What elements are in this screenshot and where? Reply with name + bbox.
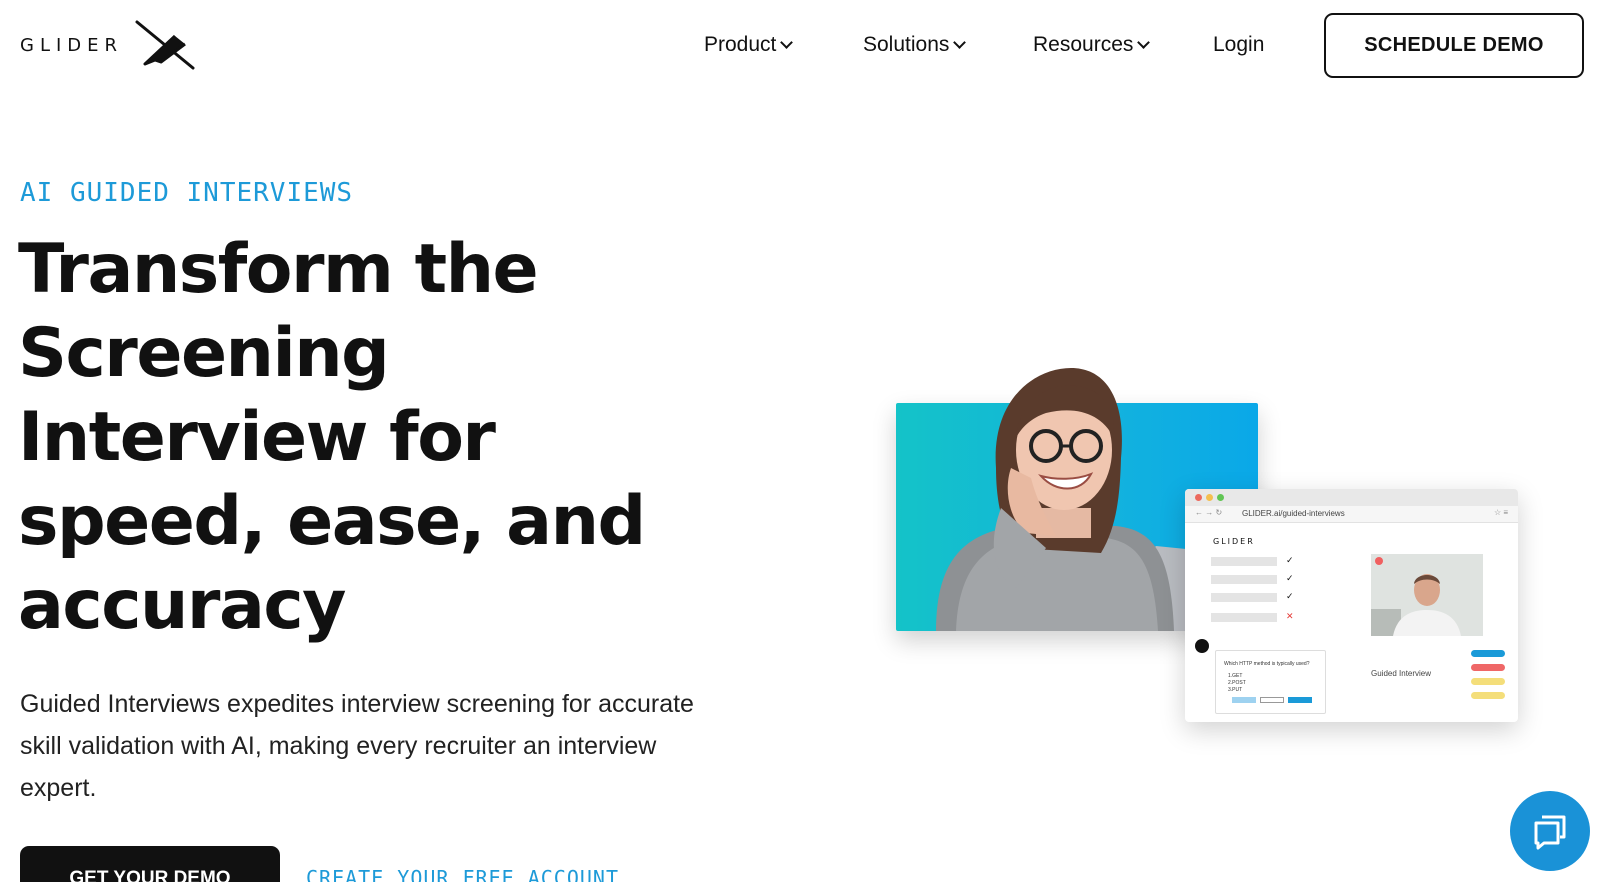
browser-url: GLIDER.ai/guided-interviews: [1242, 509, 1345, 518]
checklist-row: [1211, 593, 1277, 602]
nav-product[interactable]: Product: [704, 30, 794, 60]
star-icon: ☆ ≡: [1493, 508, 1508, 517]
option: 2.POST: [1228, 680, 1246, 686]
check-icon: ✓: [1286, 591, 1294, 601]
hero-lead: Guided Interviews expedites interview sc…: [20, 690, 694, 802]
checklist-row: [1211, 557, 1277, 566]
status-pill: [1471, 650, 1505, 657]
browser-titlebar: [1185, 489, 1518, 506]
headline-line: speed, ease, and: [18, 482, 646, 561]
mockup-logo: GLIDER: [1213, 537, 1255, 546]
login-label: Login: [1213, 33, 1265, 56]
chat-launcher-button[interactable]: [1510, 791, 1590, 871]
question-text: Which HTTP method is typically used?: [1224, 661, 1310, 667]
glider-avatar-icon: [1195, 639, 1209, 653]
schedule-demo-button[interactable]: SCHEDULE DEMO: [1324, 13, 1584, 78]
browser-mockup: ← → ↻ GLIDER.ai/guided-interviews ☆ ≡ GL…: [1185, 489, 1518, 722]
chat-bubble-icon: [1534, 815, 1566, 850]
get-demo-button[interactable]: GET YOUR DEMO: [20, 846, 280, 882]
hero-eyebrow: AI GUIDED INTERVIEWS: [20, 178, 354, 208]
headline-line: Interview for: [18, 398, 496, 477]
hero-headline: Transform the Screening Interview for sp…: [18, 228, 718, 648]
mini-video-caption: Guided Interview: [1371, 669, 1432, 678]
browser-nav-icons: ← → ↻: [1195, 508, 1223, 517]
check-icon: ✓: [1286, 573, 1294, 583]
status-pill: [1471, 664, 1505, 671]
cross-icon: ✕: [1286, 611, 1294, 621]
headline-line: Transform the: [18, 230, 539, 309]
nav-login[interactable]: Login: [1213, 30, 1264, 60]
glider-plane-icon: [135, 20, 195, 70]
mini-video-frame: [1371, 554, 1483, 636]
nav-product-label: Product: [704, 33, 777, 56]
status-pill: [1471, 678, 1505, 685]
chevron-down-icon: [780, 35, 794, 49]
checklist-row: [1211, 575, 1277, 584]
brand-logo[interactable]: GLIDER: [20, 18, 197, 72]
question-card: Which HTTP method is typically used? 1.G…: [1215, 650, 1326, 714]
checklist-row: [1211, 613, 1277, 622]
nav-solutions[interactable]: Solutions: [863, 30, 967, 60]
headline-line: Screening: [18, 314, 390, 393]
option: 1.GET: [1228, 673, 1243, 679]
chevron-down-icon: [1137, 35, 1151, 49]
chevron-down-icon: [953, 35, 967, 49]
browser-address-bar: ← → ↻ GLIDER.ai/guided-interviews ☆ ≡: [1185, 506, 1518, 523]
create-account-link[interactable]: CREATE YOUR FREE ACCOUNT: [306, 866, 619, 882]
check-icon: ✓: [1286, 555, 1294, 565]
brand-name: GLIDER: [20, 34, 124, 56]
nav-solutions-label: Solutions: [863, 33, 950, 56]
option: 3.PUT: [1228, 687, 1243, 693]
nav-resources-label: Resources: [1033, 33, 1134, 56]
headline-line: accuracy: [18, 566, 346, 645]
nav-resources[interactable]: Resources: [1033, 30, 1151, 60]
status-pill: [1471, 692, 1505, 699]
